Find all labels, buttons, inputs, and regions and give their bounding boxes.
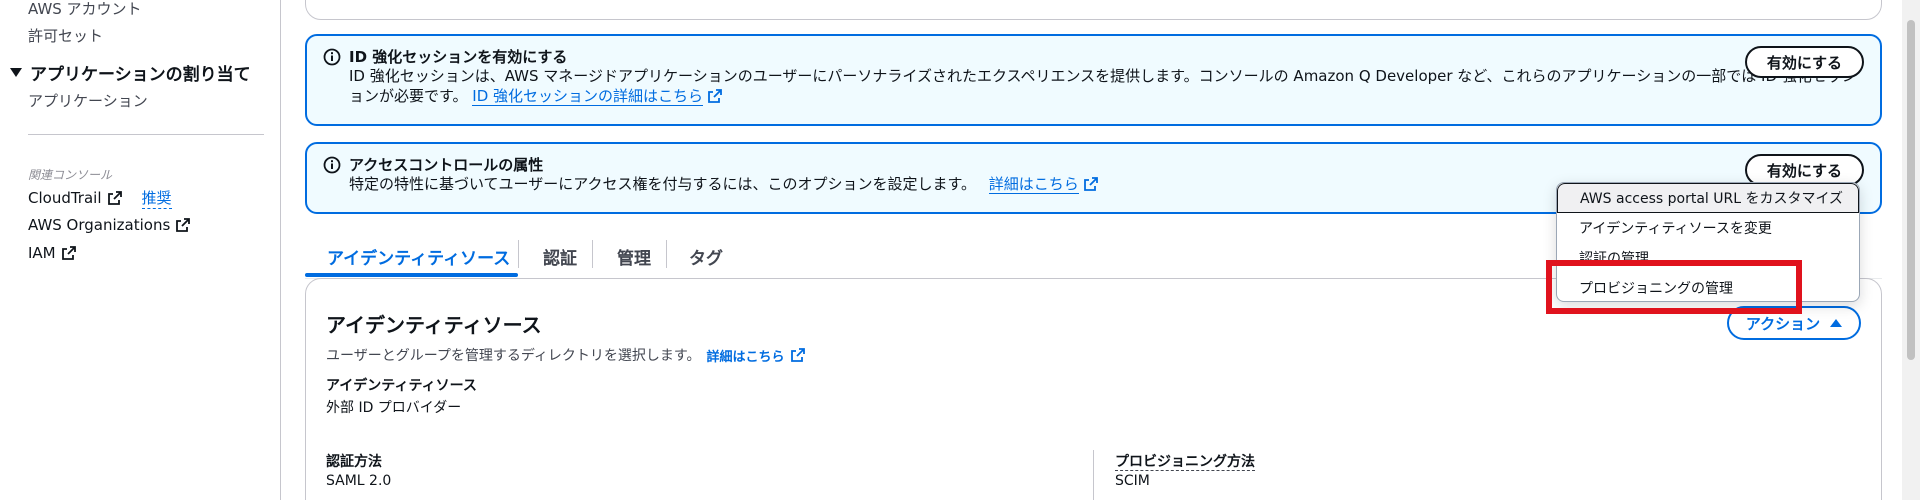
card-learn-more-link[interactable]: 詳細はこちら: [707, 346, 785, 365]
external-link-icon: [176, 218, 191, 232]
external-link-icon: [707, 89, 722, 103]
identity-source-value: 外部 ID プロバイダー: [326, 400, 462, 416]
learn-more-link[interactable]: 詳細はこちら: [988, 175, 1079, 194]
card-description: ユーザーとグループを管理するディレクトリを選択します。 詳細はこちら: [326, 345, 805, 365]
enable-button[interactable]: 有効にする: [1744, 46, 1864, 78]
external-link-icon: [61, 246, 76, 260]
flash-identity-enhanced-sessions: ID 強化セッションを有効にする ID 強化セッションは、AWS マネージドアプ…: [305, 34, 1882, 126]
flash-body-text: ョンが必要です。: [349, 87, 468, 105]
card-title: アイデンティティソース: [326, 313, 542, 337]
external-link-icon: [1083, 177, 1098, 191]
previous-card: [305, 0, 1882, 20]
page: AWS アカウント 許可セット アプリケーションの割り当て アプリケーション 関…: [0, 0, 1920, 500]
sidebar-item-permission-sets[interactable]: 許可セット: [28, 25, 103, 46]
external-link-icon: [790, 348, 805, 362]
sidebar-link-organizations[interactable]: AWS Organizations: [28, 216, 191, 234]
sidebar-item-aws-accounts[interactable]: AWS アカウント: [28, 0, 142, 19]
flash-body: ID 強化セッションは、AWS マネージドアプリケーションのユーザーにパーソナラ…: [349, 66, 1857, 106]
recommended-badge[interactable]: 推奨: [141, 187, 172, 209]
provisioning-method-value: SCIM: [1115, 473, 1150, 489]
tab-management[interactable]: 管理: [595, 236, 673, 276]
auth-method-value: SAML 2.0: [326, 473, 392, 489]
tab-separator: [592, 240, 593, 268]
flash-title: ID 強化セッションを有効にする: [349, 48, 568, 66]
tab-separator: [518, 240, 519, 268]
info-icon: [323, 48, 341, 66]
flash-body-line2: ョンが必要です。 ID 強化セッションの詳細はこちら: [349, 86, 1857, 106]
info-icon: [323, 156, 341, 174]
sidebar-section-title: アプリケーションの割り当て: [30, 65, 251, 85]
sidebar-divider: [28, 134, 264, 135]
iam-label: IAM: [28, 244, 56, 262]
red-highlight-box: [1546, 260, 1802, 314]
cloudtrail-label: CloudTrail: [28, 189, 102, 207]
tab-identity-source[interactable]: アイデンティティソース: [305, 236, 532, 276]
active-tab-indicator: [305, 273, 518, 277]
sidebar-link-iam[interactable]: IAM: [28, 244, 76, 262]
actions-button-label: アクション: [1745, 315, 1821, 333]
flash-body-text: 特定の特性に基づいてユーザーにアクセス権を付与するには、このオプションを設定しま…: [349, 175, 977, 193]
identity-source-label: アイデンティティソース: [326, 378, 477, 394]
column-separator: [1093, 450, 1094, 500]
provisioning-method-label-text: プロビジョニング方法: [1115, 454, 1255, 471]
tab-tags[interactable]: タグ: [667, 236, 745, 276]
provisioning-method-label[interactable]: プロビジョニング方法: [1115, 451, 1255, 471]
tab-authentication[interactable]: 認証: [521, 236, 599, 276]
auth-method-label: 認証方法: [326, 454, 382, 470]
sidebar-section-app-assignments[interactable]: アプリケーションの割り当て: [10, 60, 251, 85]
menu-item-customize-portal-url[interactable]: AWS access portal URL をカスタマイズ: [1557, 183, 1859, 213]
sidebar-link-cloudtrail[interactable]: CloudTrail 推奨: [28, 187, 172, 209]
card-description-text: ユーザーとグループを管理するディレクトリを選択します。: [326, 348, 701, 364]
caret-up-icon: [1830, 319, 1843, 327]
sidebar: AWS アカウント 許可セット アプリケーションの割り当て アプリケーション 関…: [0, 0, 281, 500]
learn-more-link[interactable]: ID 強化セッションの詳細はこちら: [472, 87, 704, 106]
menu-item-change-identity-source[interactable]: アイデンティティソースを変更: [1557, 213, 1859, 243]
caret-down-icon: [10, 68, 22, 77]
flash-body-line1: ID 強化セッションは、AWS マネージドアプリケーションのユーザーにパーソナラ…: [349, 67, 1857, 85]
flash-body: 特定の特性に基づいてユーザーにアクセス権を付与するには、このオプションを設定しま…: [349, 174, 1098, 194]
organizations-label: AWS Organizations: [28, 216, 171, 234]
sidebar-item-applications[interactable]: アプリケーション: [28, 90, 148, 111]
flash-title: アクセスコントロールの属性: [349, 156, 544, 174]
tab-separator: [666, 240, 667, 268]
related-consoles-label: 関連コンソール: [28, 168, 113, 182]
scrollbar-thumb[interactable]: [1907, 20, 1915, 360]
scrollbar[interactable]: [1902, 0, 1920, 500]
external-link-icon: [107, 191, 122, 205]
